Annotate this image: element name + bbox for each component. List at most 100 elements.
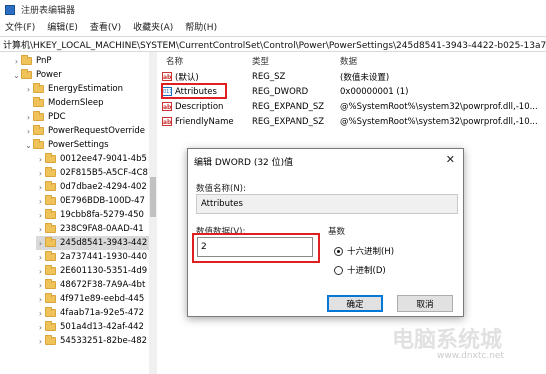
tree-item-label: PowerRequestOverride xyxy=(48,126,146,136)
tree-item-label: 2E601130-5351-4d9 xyxy=(60,266,148,276)
tree-item-guid[interactable]: › 2E601130-5351-4d9 xyxy=(36,264,147,278)
chevron-right-icon[interactable]: › xyxy=(24,127,33,136)
value-name: Description xyxy=(175,101,224,112)
menu-edit[interactable]: 编辑(E) xyxy=(47,20,78,33)
tree-item-modernsleep[interactable]: ModernSleep xyxy=(24,96,104,110)
radio-dec-label: 十进制(D) xyxy=(347,266,386,276)
close-icon[interactable]: ✕ xyxy=(446,153,455,166)
scrollbar-thumb[interactable] xyxy=(150,177,156,217)
chevron-right-icon[interactable]: › xyxy=(36,155,45,164)
radio-button-checked[interactable] xyxy=(334,246,343,256)
chevron-right-icon[interactable]: › xyxy=(36,337,45,346)
tree-item-label: 2a737441-1930-440 xyxy=(60,252,148,262)
chevron-down-icon[interactable]: ⌄ xyxy=(12,71,21,80)
chevron-right-icon[interactable]: › xyxy=(36,197,45,206)
folder-icon xyxy=(45,265,56,275)
chevron-right-icon[interactable]: › xyxy=(36,183,45,192)
tree-item-label: 0E796BDB-100D-47 xyxy=(60,196,145,206)
tree-item-power[interactable]: ⌄ Power xyxy=(12,68,62,82)
chevron-down-icon[interactable]: ⌄ xyxy=(24,141,33,150)
ok-button[interactable]: 确定 xyxy=(327,295,383,312)
value-data: @%SystemRoot%\system32\powrprof.dll,-10.… xyxy=(340,116,538,127)
menu-favorites[interactable]: 收藏夹(A) xyxy=(133,20,173,33)
tree-item-guid[interactable]: › 02F815B5-A5CF-4C8 xyxy=(36,166,148,180)
chevron-right-icon[interactable]: › xyxy=(36,225,45,234)
tree-item-label: 02F815B5-A5CF-4C8 xyxy=(60,168,148,178)
folder-icon xyxy=(45,321,56,331)
tree-item-guid[interactable]: › 48672F38-7A9A-4bt xyxy=(36,278,145,292)
column-header-name[interactable]: 名称 xyxy=(166,55,183,67)
tree-item-label: 4f971e89-eebd-445 xyxy=(60,294,145,304)
watermark-url: www.dnxtc.net xyxy=(437,351,504,361)
column-header-type[interactable]: 类型 xyxy=(252,55,269,67)
chevron-right-icon[interactable]: › xyxy=(36,239,45,248)
window-title: 注册表编辑器 xyxy=(21,6,76,16)
folder-icon xyxy=(33,111,44,121)
chevron-right-icon[interactable]: › xyxy=(36,169,45,178)
menu-file[interactable]: 文件(F) xyxy=(5,20,35,33)
chevron-right-icon[interactable]: › xyxy=(36,281,45,290)
value-row[interactable]: ab (默认) REG_SZ (数值未设置) xyxy=(162,70,546,83)
tree-item-guid[interactable]: › 54533251-82be-482 xyxy=(36,334,147,348)
value-row[interactable]: ab FriendlyName REG_EXPAND_SZ @%SystemRoo… xyxy=(162,115,546,128)
tree-item-guid-selected[interactable]: › 245d8541-3943-442 xyxy=(36,236,149,250)
menu-bar: 文件(F) 编辑(E) 查看(V) 收藏夹(A) 帮助(H) xyxy=(0,19,546,34)
regedit-app-icon xyxy=(5,4,15,15)
radio-hex-label: 十六进制(H) xyxy=(347,247,395,257)
chevron-right-icon[interactable]: › xyxy=(36,267,45,276)
tree-item-label: 0d7dbae2-4294-402 xyxy=(60,182,147,192)
value-name-label: 数值名称(N): xyxy=(196,184,246,194)
menu-view[interactable]: 查看(V) xyxy=(90,20,121,33)
tree-item-label: 4faab71a-92e5-472 xyxy=(60,308,145,318)
tree-scrollbar[interactable] xyxy=(149,52,157,374)
tree-item-label: 19cbb8fa-5279-450 xyxy=(60,210,144,220)
tree-item-guid[interactable]: › 0012ee47-9041-4b5 xyxy=(36,152,147,166)
chevron-right-icon[interactable]: › xyxy=(36,309,45,318)
tree-item-label: Power xyxy=(36,70,62,80)
chevron-right-icon[interactable]: › xyxy=(24,85,33,94)
tree-item-powerrequestoverride[interactable]: › PowerRequestOverride xyxy=(24,124,145,138)
folder-icon xyxy=(45,167,56,177)
tree-item-powersettings[interactable]: ⌄ PowerSettings xyxy=(24,138,109,152)
tree-item-energyestimation[interactable]: › EnergyEstimation xyxy=(24,82,123,96)
tree-item-guid[interactable]: › 238C9FA8-0AAD-41 xyxy=(36,222,144,236)
tree-item-guid[interactable]: › 2a737441-1930-440 xyxy=(36,250,147,264)
tree-item-pdc[interactable]: › PDC xyxy=(24,110,66,124)
folder-icon xyxy=(21,55,32,65)
address-bar[interactable]: 计算机\HKEY_LOCAL_MACHINE\SYSTEM\CurrentCon… xyxy=(0,36,546,52)
tree-item-guid[interactable]: › 19cbb8fa-5279-450 xyxy=(36,208,144,222)
string-value-icon: ab xyxy=(162,72,172,81)
cancel-button[interactable]: 取消 xyxy=(397,295,453,312)
folder-icon xyxy=(45,153,56,163)
chevron-right-icon[interactable]: › xyxy=(36,323,45,332)
folder-icon xyxy=(21,69,32,79)
dialog-title: 编辑 DWORD (32 位)值 xyxy=(194,158,294,168)
tree-item-guid[interactable]: › 4f971e89-eebd-445 xyxy=(36,292,144,306)
value-row[interactable]: ab Description REG_EXPAND_SZ @%SystemRoot… xyxy=(162,100,546,113)
tree-item-guid[interactable]: › 501a4d13-42af-442 xyxy=(36,320,144,334)
column-header-data[interactable]: 数据 xyxy=(340,55,357,67)
tree-item-guid[interactable]: › 0d7dbae2-4294-402 xyxy=(36,180,147,194)
chevron-right-icon[interactable]: › xyxy=(36,253,45,262)
value-data-highlight-box xyxy=(192,233,320,263)
chevron-right-icon[interactable]: › xyxy=(12,57,21,66)
chevron-right-icon[interactable]: › xyxy=(36,211,45,220)
tree-item-guid[interactable]: › 0E796BDB-100D-47 xyxy=(36,194,145,208)
chevron-right-icon[interactable]: › xyxy=(24,113,33,122)
tree-item-label: 238C9FA8-0AAD-41 xyxy=(60,224,144,234)
radio-dec[interactable]: 十进制(D) xyxy=(334,264,386,276)
chevron-right-icon[interactable]: › xyxy=(36,295,45,304)
tree-item-label: PnP xyxy=(36,56,52,66)
base-group-label: 基数 xyxy=(328,227,346,237)
menu-help[interactable]: 帮助(H) xyxy=(185,20,217,33)
tree-item-pnp[interactable]: › PnP xyxy=(12,54,52,68)
radio-button[interactable] xyxy=(334,265,343,275)
radio-hex[interactable]: 十六进制(H) xyxy=(334,245,394,257)
tree-item-guid[interactable]: › 4faab71a-92e5-472 xyxy=(36,306,144,320)
value-type: REG_SZ xyxy=(252,71,286,82)
value-type: REG_DWORD xyxy=(252,86,309,97)
registry-tree: › PnP ⌄ Power › EnergyEstimation ModernS… xyxy=(0,52,157,374)
attributes-highlight-box xyxy=(161,83,227,99)
value-data: @%SystemRoot%\system32\powrprof.dll,-10.… xyxy=(340,101,538,112)
folder-icon xyxy=(33,97,44,107)
